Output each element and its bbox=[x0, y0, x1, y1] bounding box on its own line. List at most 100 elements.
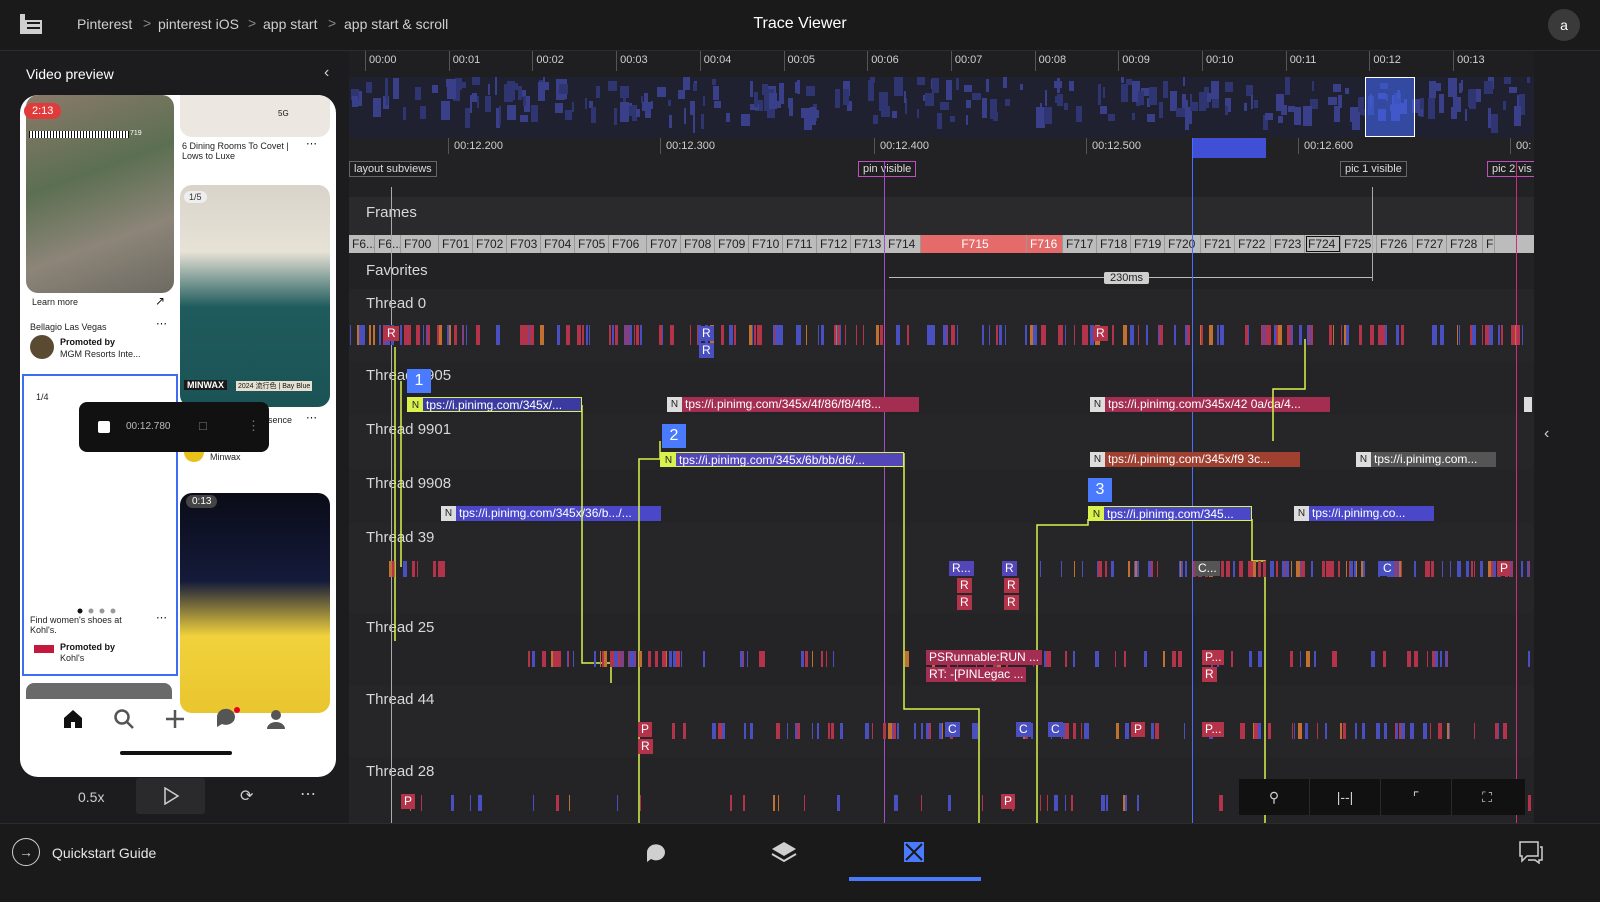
activity-slice[interactable] bbox=[1240, 723, 1244, 739]
activity-slice[interactable] bbox=[921, 795, 922, 811]
activity-slice[interactable] bbox=[1445, 651, 1447, 667]
activity-slice[interactable] bbox=[1249, 651, 1252, 667]
activity-slice[interactable] bbox=[1123, 325, 1127, 345]
activity-slice[interactable] bbox=[1050, 651, 1051, 667]
activity-slice[interactable] bbox=[1431, 561, 1434, 577]
activity-slice[interactable] bbox=[837, 795, 840, 811]
fit-range-icon[interactable]: |--| bbox=[1310, 779, 1381, 815]
activity-slice[interactable] bbox=[759, 651, 762, 667]
activity-slice[interactable] bbox=[1501, 325, 1503, 345]
activity-slice[interactable] bbox=[1174, 325, 1176, 345]
activity-slice[interactable] bbox=[369, 325, 371, 345]
activity-slice[interactable] bbox=[1187, 325, 1190, 345]
activity-slice[interactable] bbox=[673, 651, 675, 667]
loop-icon[interactable]: ⟳ bbox=[240, 786, 253, 806]
activity-slice[interactable] bbox=[754, 325, 756, 345]
activity-slice[interactable] bbox=[1359, 325, 1362, 345]
activity-slice[interactable] bbox=[1005, 325, 1006, 345]
activity-slice[interactable] bbox=[1185, 561, 1187, 577]
activity-slice[interactable] bbox=[787, 723, 788, 739]
activity-slice[interactable] bbox=[412, 561, 415, 577]
activity-slice[interactable] bbox=[812, 723, 813, 739]
slice[interactable]: R... bbox=[949, 561, 974, 576]
activity-slice[interactable] bbox=[589, 325, 590, 345]
activity-slice[interactable] bbox=[1340, 723, 1342, 739]
activity-slice[interactable] bbox=[573, 651, 574, 667]
activity-slice[interactable] bbox=[470, 795, 471, 811]
activity-slice[interactable] bbox=[1054, 795, 1058, 811]
activity-slice[interactable] bbox=[921, 723, 923, 739]
activity-slice[interactable] bbox=[403, 561, 407, 577]
activity-slice[interactable] bbox=[1128, 561, 1130, 577]
activity-slice[interactable] bbox=[982, 325, 984, 345]
activity-slice[interactable] bbox=[1233, 561, 1235, 577]
activity-slice[interactable] bbox=[1125, 723, 1129, 739]
activity-slice[interactable] bbox=[1031, 723, 1033, 739]
activity-slice[interactable] bbox=[1178, 651, 1182, 667]
activity-slice[interactable] bbox=[720, 723, 722, 739]
activity-slice[interactable] bbox=[1498, 325, 1500, 345]
activity-slice[interactable] bbox=[1309, 325, 1310, 345]
activity-slice[interactable] bbox=[982, 795, 983, 811]
activity-slice[interactable] bbox=[684, 723, 686, 739]
activity-slice[interactable] bbox=[533, 795, 534, 811]
quickstart-guide-link[interactable]: Quickstart Guide bbox=[52, 845, 156, 861]
chevron-left-icon[interactable]: ‹ bbox=[324, 64, 329, 82]
activity-slice[interactable] bbox=[1084, 325, 1088, 345]
activity-slice[interactable] bbox=[690, 325, 691, 345]
activity-slice[interactable] bbox=[1371, 651, 1375, 667]
activity-slice[interactable] bbox=[557, 325, 560, 345]
activity-slice[interactable] bbox=[1338, 561, 1340, 577]
activity-slice[interactable] bbox=[801, 651, 804, 667]
activity-slice[interactable] bbox=[743, 795, 745, 811]
activity-slice[interactable] bbox=[683, 723, 684, 739]
activity-slice[interactable] bbox=[893, 723, 896, 739]
activity-slice[interactable] bbox=[1378, 723, 1380, 739]
activity-slice[interactable] bbox=[1226, 561, 1230, 577]
activity-slice[interactable] bbox=[361, 325, 365, 345]
learn-more-link[interactable]: Learn more bbox=[32, 297, 78, 307]
share-icon[interactable]: □ bbox=[199, 418, 207, 433]
activity-slice[interactable] bbox=[1105, 561, 1107, 577]
activity-slice[interactable] bbox=[1522, 325, 1523, 345]
activity-slice[interactable] bbox=[1040, 561, 1041, 577]
activity-slice[interactable] bbox=[663, 651, 665, 667]
activity-slice[interactable] bbox=[1253, 561, 1256, 577]
activity-slice[interactable] bbox=[779, 325, 783, 345]
more-icon[interactable]: ⋯ bbox=[306, 411, 317, 424]
chat-icon[interactable] bbox=[644, 841, 668, 865]
arrow-right-circle-icon[interactable]: → bbox=[12, 838, 40, 866]
activity-slice[interactable] bbox=[1046, 651, 1050, 667]
activity-slice[interactable] bbox=[1101, 795, 1105, 811]
activity-slice[interactable] bbox=[421, 795, 422, 811]
activity-slice[interactable] bbox=[618, 651, 621, 667]
activity-slice[interactable] bbox=[433, 561, 436, 577]
activity-slice[interactable] bbox=[1305, 723, 1308, 739]
activity-slice[interactable] bbox=[1440, 325, 1444, 345]
activity-slice[interactable] bbox=[1276, 561, 1278, 577]
activity-slice[interactable] bbox=[1306, 651, 1310, 667]
activity-slice[interactable] bbox=[1125, 795, 1127, 811]
activity-slice[interactable] bbox=[648, 651, 651, 667]
slice[interactable]: P bbox=[401, 794, 416, 809]
activity-slice[interactable] bbox=[1278, 325, 1282, 345]
stop-icon[interactable] bbox=[98, 421, 110, 433]
activity-slice[interactable] bbox=[996, 325, 998, 345]
activity-slice[interactable] bbox=[540, 325, 544, 345]
activity-slice[interactable] bbox=[1296, 561, 1300, 577]
activity-slice[interactable] bbox=[1472, 325, 1476, 345]
activity-slice[interactable] bbox=[497, 325, 500, 345]
activity-slice[interactable] bbox=[1362, 723, 1365, 739]
activity-slice[interactable] bbox=[1401, 723, 1405, 739]
activity-slice[interactable] bbox=[1493, 561, 1496, 577]
slice[interactable]: PSRunnable:RUN ... bbox=[926, 650, 1043, 665]
activity-slice[interactable] bbox=[817, 723, 819, 739]
activity-slice[interactable] bbox=[1116, 723, 1119, 739]
slice[interactable]: R bbox=[699, 326, 714, 341]
activity-slice[interactable] bbox=[530, 325, 534, 345]
activity-slice[interactable] bbox=[1095, 651, 1099, 667]
activity-slice[interactable] bbox=[943, 325, 947, 345]
activity-slice[interactable] bbox=[721, 325, 724, 345]
slice[interactable]: R bbox=[1002, 561, 1017, 576]
activity-slice[interactable] bbox=[466, 325, 467, 345]
